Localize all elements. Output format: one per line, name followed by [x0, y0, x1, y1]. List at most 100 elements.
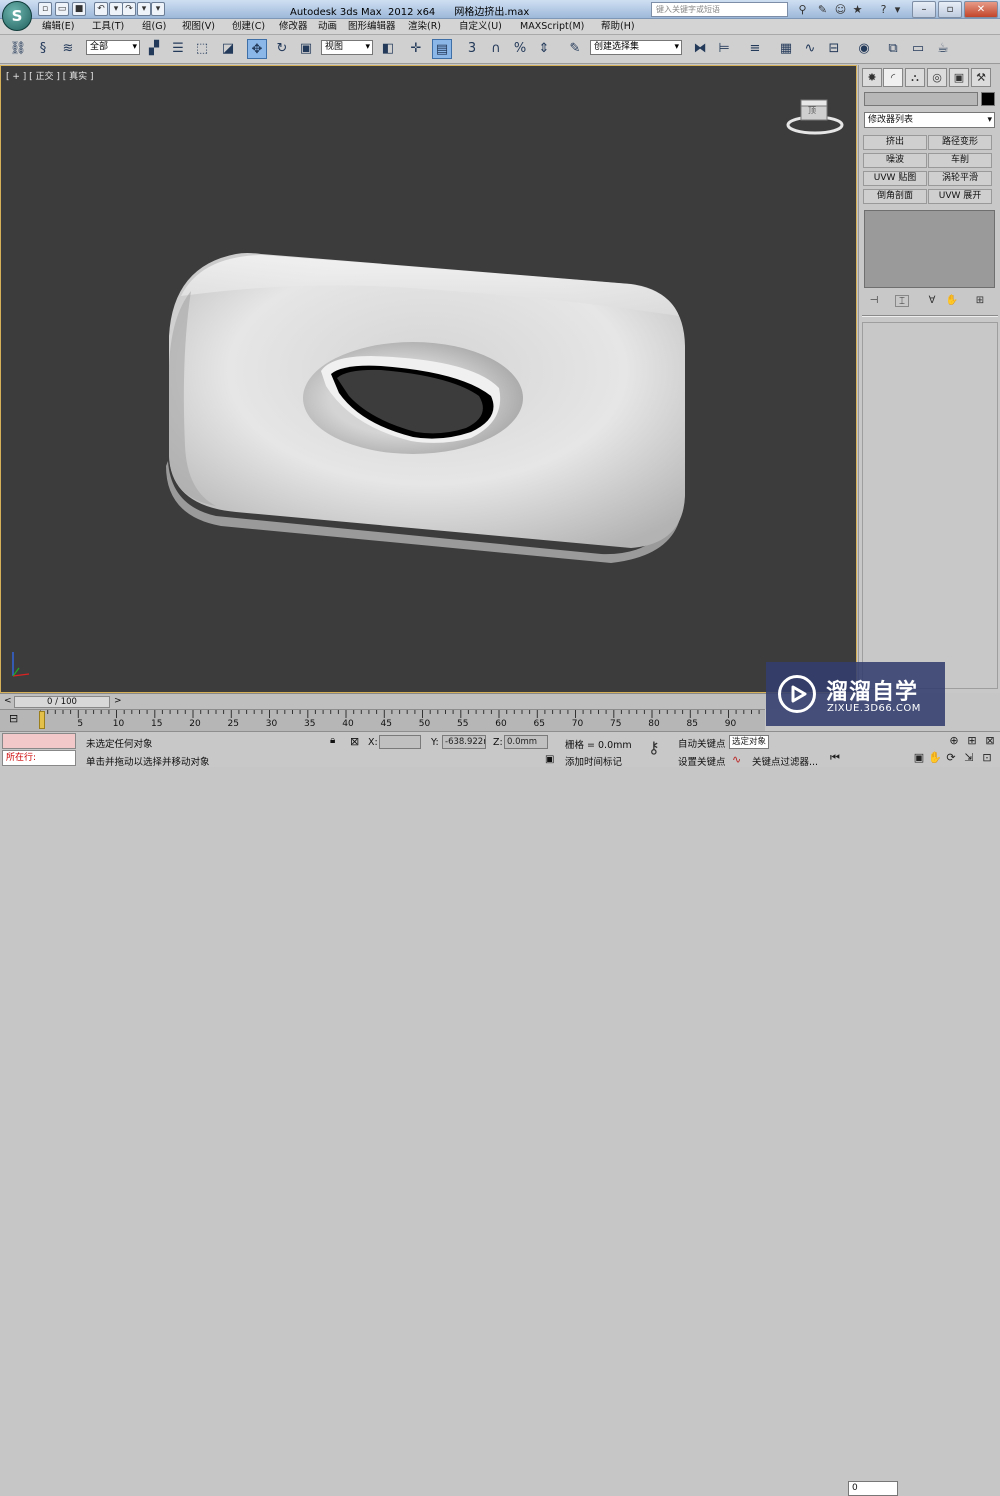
mini-curve-editor-icon[interactable]: ⊟	[9, 712, 18, 725]
modify-tab-icon[interactable]: ◜	[883, 68, 903, 87]
open-file-icon[interactable]: ▭	[55, 2, 69, 16]
track-bar[interactable]: ⊟ 5 10 15 20 25 30 35 40 45 50 55 60 65 70 75 80 85 90	[0, 709, 765, 731]
link-icon[interactable]: ⛓	[8, 39, 28, 59]
menu-group[interactable]: 组(G)	[142, 20, 166, 34]
reference-coord-dropdown[interactable]: 视图	[321, 40, 373, 55]
modifier-list-dropdown[interactable]: 修改器列表 ▾	[864, 112, 995, 128]
key-mode-dropdown[interactable]: 选定对象	[729, 735, 769, 749]
zoom-extents-icon[interactable]: ⊞	[965, 734, 979, 748]
maxscript-listener[interactable]	[2, 733, 76, 749]
maxscript-running-line[interactable]: 所在行:	[2, 750, 76, 766]
modifier-stack[interactable]	[864, 210, 995, 288]
percent-snap-icon[interactable]: %	[510, 39, 530, 59]
modifier-noise-button[interactable]: 噪波	[863, 153, 927, 168]
render-production-icon[interactable]: ☕	[933, 39, 953, 59]
key-icon[interactable]: ⚷	[648, 738, 660, 757]
close-button[interactable]: ✕	[964, 1, 998, 18]
menu-help[interactable]: 帮助(H)	[601, 20, 635, 34]
menu-create[interactable]: 创建(C)	[232, 20, 265, 34]
material-editor-icon[interactable]: ◉	[854, 39, 874, 59]
show-end-result-icon[interactable]: ⌶	[895, 295, 909, 307]
undo-dropdown-icon[interactable]: ▾	[109, 2, 123, 16]
angle-snap-icon[interactable]: ∩	[486, 39, 506, 59]
go-to-start-icon[interactable]: ⏮	[828, 751, 842, 765]
minimize-button[interactable]: –	[912, 1, 936, 18]
perspective-viewport[interactable]: [ + ] [ 正交 ] [ 真实 ] 顶	[0, 65, 857, 693]
display-tab-icon[interactable]: ▣	[949, 68, 969, 87]
redo-dropdown-icon[interactable]: ▾	[137, 2, 151, 16]
menu-customize[interactable]: 自定义(U)	[459, 20, 502, 34]
orbit-icon[interactable]: ⟳	[944, 751, 958, 765]
keyboard-shortcut-override-icon[interactable]: ▤	[432, 39, 452, 59]
spinner-snap-icon[interactable]: ⇕	[534, 39, 554, 59]
modifier-uvw-map-button[interactable]: UVW 贴图	[863, 171, 927, 186]
layer-manager-icon[interactable]: ≡	[745, 39, 765, 59]
modifier-turbosmooth-button[interactable]: 涡轮平滑	[928, 171, 992, 186]
communication-center-icon[interactable]: ✎	[815, 2, 830, 17]
maximize-button[interactable]: ▫	[938, 1, 962, 18]
rendered-frame-window-icon[interactable]: ▭	[908, 39, 928, 59]
menu-views[interactable]: 视图(V)	[182, 20, 215, 34]
key-filters-button[interactable]: 关键点过滤器...	[752, 754, 818, 768]
walk-through-icon[interactable]: ⇲	[962, 751, 976, 765]
menu-animation[interactable]: 动画	[318, 20, 337, 34]
object-name-field[interactable]	[864, 92, 978, 106]
undo-icon[interactable]: ↶	[94, 2, 108, 16]
y-coord-field[interactable]: -638.922m	[442, 735, 486, 749]
pin-stack-icon[interactable]: ⊣	[867, 295, 881, 307]
select-rotate-icon[interactable]: ↻	[272, 39, 292, 59]
select-object-icon[interactable]: ▞	[144, 39, 164, 59]
add-time-tag[interactable]: 添加时间标记	[565, 754, 622, 768]
window-crossing-icon[interactable]: ◪	[218, 39, 238, 59]
favorites-icon[interactable]: ★	[850, 2, 865, 17]
current-frame-marker[interactable]	[39, 711, 45, 729]
edit-named-selections-icon[interactable]: ✎	[565, 39, 585, 59]
pivot-center-icon[interactable]: ◧	[378, 39, 398, 59]
hierarchy-tab-icon[interactable]: ⛬	[905, 68, 925, 87]
pan-hand-icon[interactable]: ✋	[928, 751, 942, 765]
utilities-tab-icon[interactable]: ⚒	[971, 68, 991, 87]
zoom-extents-all-icon[interactable]: ⊠	[983, 734, 997, 748]
motion-tab-icon[interactable]: ◎	[927, 68, 947, 87]
modifier-lathe-button[interactable]: 车削	[928, 153, 992, 168]
zoom-all-icon[interactable]: ⊕	[947, 734, 961, 748]
binoculars-icon[interactable]: ⚲	[795, 2, 810, 17]
align-icon[interactable]: ⊨	[714, 39, 734, 59]
time-config-icon[interactable]: ▣	[912, 751, 926, 765]
menu-rendering[interactable]: 渲染(R)	[408, 20, 441, 34]
named-selection-dropdown[interactable]: 创建选择集	[590, 40, 682, 55]
new-file-icon[interactable]: ▫	[38, 2, 52, 16]
current-frame-field[interactable]: 0	[848, 1481, 898, 1496]
menu-tools[interactable]: 工具(T)	[92, 20, 124, 34]
time-slider-prev[interactable]: <	[4, 696, 12, 706]
help-dropdown-icon[interactable]: ▾	[890, 2, 905, 17]
redo-icon[interactable]: ↷	[122, 2, 136, 16]
rect-selection-icon[interactable]: ⬚	[192, 39, 212, 59]
modifier-unwrap-uvw-button[interactable]: UVW 展开	[928, 189, 992, 204]
modifier-extrude-button[interactable]: 挤出	[863, 135, 927, 150]
time-slider[interactable]: 0 / 100	[14, 696, 110, 708]
auto-key-button[interactable]: 自动关键点	[678, 736, 726, 750]
z-coord-field[interactable]: 0.0mm	[504, 735, 548, 749]
manipulate-icon[interactable]: ✛	[406, 39, 426, 59]
curve-editor-icon[interactable]: ∿	[800, 39, 820, 59]
rounded-box-mesh[interactable]	[1, 66, 856, 692]
save-file-icon[interactable]: ■	[72, 2, 86, 16]
schematic-view-icon[interactable]: ⊟	[824, 39, 844, 59]
user-icon[interactable]: ☺	[833, 2, 848, 17]
viewcube[interactable]	[786, 96, 844, 136]
make-unique-icon[interactable]: ∀	[925, 295, 939, 307]
maximize-viewport-icon[interactable]: ⊡	[980, 751, 994, 765]
x-coord-field[interactable]	[379, 735, 421, 749]
menu-edit[interactable]: 编辑(E)	[42, 20, 74, 34]
select-move-icon[interactable]: ✥	[247, 39, 267, 59]
menu-modifiers[interactable]: 修改器	[279, 20, 308, 34]
lock-selection-icon[interactable]: 🔒︎	[330, 735, 335, 746]
time-slider-next[interactable]: >	[114, 696, 122, 706]
menu-graph-editors[interactable]: 图形编辑器	[348, 20, 396, 34]
bind-space-warp-icon[interactable]: ≋	[58, 39, 78, 59]
absolute-mode-icon[interactable]: ⊠	[350, 735, 359, 748]
selection-filter-dropdown[interactable]: 全部	[86, 40, 140, 55]
object-color-swatch[interactable]	[981, 92, 995, 106]
graphite-ribbon-icon[interactable]: ▦	[776, 39, 796, 59]
